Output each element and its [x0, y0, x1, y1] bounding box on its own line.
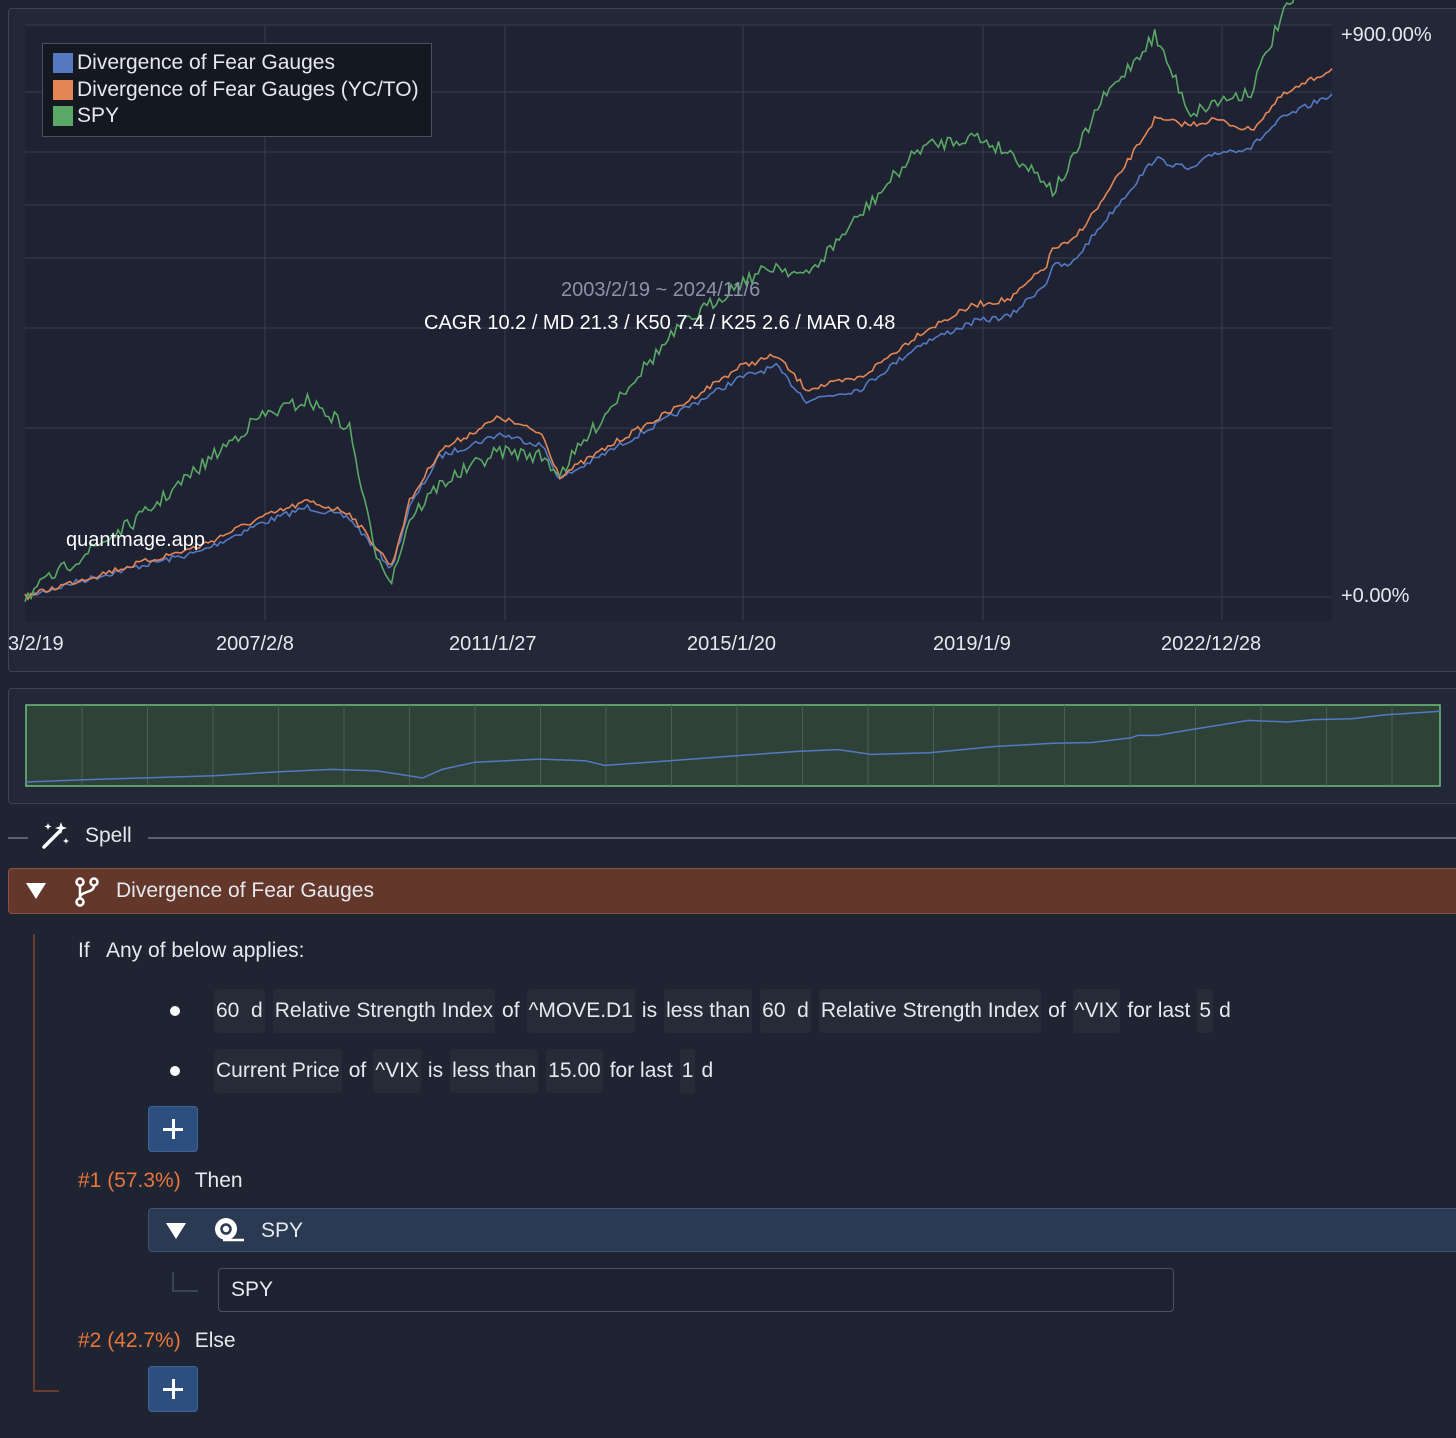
branch-name: Else [194, 1329, 236, 1352]
comparator-select[interactable]: less than [450, 1049, 539, 1093]
then-branch-label: #1 (57.3%) Then [78, 1169, 243, 1193]
ticker-input[interactable]: SPY [218, 1268, 1174, 1312]
legend-swatch [53, 79, 73, 100]
branch-percentage: #1 (57.3%) [78, 1169, 181, 1192]
ticker-field[interactable]: ^VIX [373, 1049, 421, 1093]
legend-label: Divergence of Fear Gauges (YC/TO) [77, 77, 419, 101]
divider-line [8, 837, 28, 839]
indicator-select[interactable]: Current Price [214, 1049, 342, 1093]
x-axis-label: 2019/1/9 [933, 633, 1011, 655]
node-title: Divergence of Fear Gauges [116, 879, 374, 902]
y-axis-top-label: +900.00% [1341, 24, 1432, 46]
range-navigator-panel [8, 688, 1456, 804]
tree-connector [172, 1272, 198, 1292]
tree-connector [33, 1390, 59, 1392]
for-last-label: for last [609, 1059, 673, 1082]
magic-wand-icon [42, 822, 69, 849]
git-branch-icon [75, 877, 99, 907]
x-axis-label: 2007/2/8 [216, 633, 294, 655]
asset-icon [215, 1218, 244, 1242]
spell-label: Spell [85, 824, 132, 847]
legend-swatch [53, 106, 73, 127]
days-field[interactable]: 5 [1197, 989, 1214, 1033]
legend-item-spy[interactable]: SPY [53, 103, 421, 130]
add-else-block-button[interactable] [148, 1366, 198, 1412]
of-label: of [502, 999, 520, 1022]
of-label: of [1048, 999, 1066, 1022]
legend-item-fear-gauges-yc-to[interactable]: Divergence of Fear Gauges (YC/TO) [53, 77, 421, 104]
x-axis-label: 2015/1/20 [687, 633, 776, 655]
chart-legend: Divergence of Fear Gauges Divergence of … [42, 43, 432, 137]
condition-row[interactable]: Current Price of ^VIX is less than 15.00… [214, 1049, 713, 1093]
ticker-field[interactable]: ^MOVE.D1 [526, 989, 635, 1033]
bullet-icon [170, 1066, 180, 1076]
collapse-triangle-icon[interactable] [26, 883, 46, 899]
watermark: quantmage.app [66, 529, 206, 551]
condition-row[interactable]: 60 d Relative Strength Index of ^MOVE.D1… [214, 989, 1231, 1033]
tree-connector [33, 934, 35, 1392]
is-label: is [427, 1059, 444, 1082]
chart-date-range: 2003/2/19 ~ 2024/11/6 [561, 279, 761, 301]
add-condition-button[interactable] [148, 1106, 198, 1152]
legend-swatch [53, 53, 73, 74]
days-unit: d [1219, 999, 1231, 1022]
spell-divider: Spell [8, 818, 1456, 858]
of-label: of [348, 1059, 367, 1082]
branch-percentage: #2 (42.7%) [78, 1329, 181, 1352]
branch-name: Then [194, 1169, 243, 1192]
value-field[interactable]: 15.00 [546, 1049, 603, 1093]
window-field[interactable]: 60 d [760, 989, 811, 1033]
window-field[interactable]: 60 d [214, 989, 265, 1033]
if-label: If [78, 939, 90, 962]
condition-mode-select[interactable]: Any of below applies: [106, 939, 304, 963]
for-last-label: for last [1127, 999, 1191, 1022]
else-branch-label: #2 (42.7%) Else [78, 1329, 236, 1353]
ticker-field[interactable]: ^VIX [1072, 989, 1121, 1033]
x-axis-label: 3/2/19 [8, 633, 64, 655]
asset-header-label: SPY [261, 1219, 304, 1242]
y-axis-bottom-label: +0.00% [1341, 585, 1410, 607]
legend-item-fear-gauges[interactable]: Divergence of Fear Gauges [53, 50, 421, 77]
days-field[interactable]: 1 [679, 1049, 696, 1093]
legend-label: Divergence of Fear Gauges [77, 51, 335, 74]
divider-line [148, 837, 1456, 839]
chart-stats: CAGR 10.2 / MD 21.3 / K50 7.4 / K25 2.6 … [424, 312, 896, 334]
comparator-select[interactable]: less than [664, 989, 753, 1033]
asset-node-header[interactable]: SPY [148, 1208, 1456, 1252]
legend-label: SPY [77, 104, 120, 127]
x-axis-label: 2022/12/28 [1161, 633, 1262, 655]
days-unit: d [701, 1059, 714, 1082]
branch-node-header[interactable]: Divergence of Fear Gauges [8, 868, 1456, 914]
x-axis-label: 2011/1/27 [449, 633, 537, 655]
is-label: is [641, 999, 658, 1022]
bullet-icon [170, 1006, 180, 1016]
indicator-select[interactable]: Relative Strength Index [818, 989, 1042, 1033]
collapse-triangle-icon[interactable] [166, 1223, 186, 1239]
indicator-select[interactable]: Relative Strength Index [272, 989, 496, 1033]
